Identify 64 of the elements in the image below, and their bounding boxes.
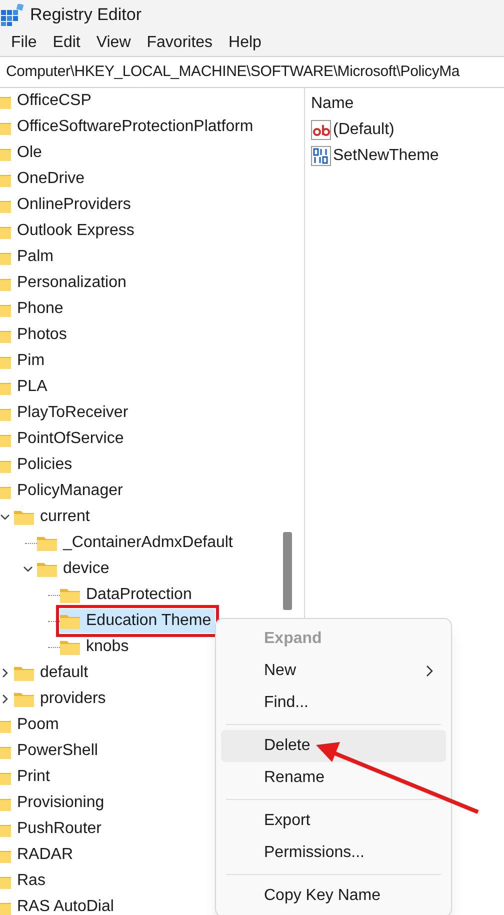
- tree-item[interactable]: Photos: [17, 323, 67, 347]
- tree-item[interactable]: Poom: [17, 713, 59, 737]
- tree-item[interactable]: providers: [40, 687, 106, 711]
- app-icon: [1, 4, 25, 26]
- scrollbar-thumb[interactable]: [283, 532, 292, 610]
- chevron-right-icon[interactable]: [0, 694, 10, 704]
- tree-item[interactable]: Personalization: [17, 271, 126, 295]
- folder-icon: [60, 587, 80, 603]
- chevron-down-icon[interactable]: [23, 564, 33, 574]
- tree-item[interactable]: PLA: [17, 375, 48, 399]
- tree-item[interactable]: current: [40, 505, 90, 529]
- folder-icon: [37, 535, 57, 551]
- tree-item[interactable]: Pim: [17, 349, 45, 373]
- menu-item[interactable]: Copy Key Name: [221, 880, 446, 912]
- tree-item[interactable]: OnlineProviders: [17, 193, 131, 217]
- tree-item[interactable]: Ole: [17, 141, 42, 165]
- tree-item[interactable]: Phone: [17, 297, 64, 321]
- folder-icon: [37, 561, 57, 577]
- menu-bar-item[interactable]: Edit: [44, 31, 88, 55]
- menu-item[interactable]: Export: [221, 805, 446, 837]
- tree-item[interactable]: Ras: [17, 869, 46, 893]
- folder-icon: [60, 613, 80, 629]
- tree-item[interactable]: PointOfService: [17, 427, 124, 451]
- binary-value-icon: [311, 146, 331, 166]
- tree-item[interactable]: RAS AutoDial: [17, 895, 114, 915]
- tree-item[interactable]: OfficeSoftwareProtectionPlatform: [17, 115, 254, 139]
- tree-item[interactable]: OfficeCSP: [17, 89, 92, 113]
- tree-item[interactable]: device: [63, 557, 110, 581]
- tree-item[interactable]: RADAR: [17, 843, 74, 867]
- value-name[interactable]: SetNewTheme: [333, 144, 439, 168]
- menu-item[interactable]: Find...: [221, 687, 446, 719]
- folder-icon: [14, 509, 34, 525]
- menu-bar-item[interactable]: Help: [220, 31, 270, 55]
- folder-icon: [14, 665, 34, 681]
- tree-item[interactable]: Print: [17, 765, 50, 789]
- tree-item[interactable]: PowerShell: [17, 739, 98, 763]
- tree-item[interactable]: PolicyManager: [17, 479, 123, 503]
- tree-item[interactable]: Outlook Express: [17, 219, 134, 243]
- tree-item[interactable]: _ContainerAdmxDefault: [63, 531, 233, 555]
- folder-icon: [60, 639, 80, 655]
- menu-item[interactable]: New: [221, 655, 446, 687]
- tree-item[interactable]: default: [40, 661, 88, 685]
- menu-item[interactable]: Rename: [221, 762, 446, 794]
- menu-bar-item[interactable]: Favorites: [138, 31, 221, 55]
- tree-item[interactable]: knobs: [86, 635, 129, 659]
- tree-item[interactable]: Palm: [17, 245, 54, 269]
- menu-item[interactable]: Permissions...: [221, 837, 446, 869]
- menu-bar-item[interactable]: View: [88, 31, 139, 55]
- chevron-right-icon[interactable]: [0, 668, 10, 678]
- folder-icon: [14, 691, 34, 707]
- menu-item[interactable]: Delete: [221, 730, 446, 762]
- tree-item[interactable]: Provisioning: [17, 791, 104, 815]
- tree-item[interactable]: PlayToReceiver: [17, 401, 128, 425]
- tree-item[interactable]: DataProtection: [86, 583, 192, 607]
- value-name[interactable]: (Default): [333, 118, 394, 142]
- window-title: Registry Editor: [30, 4, 142, 26]
- tree-item[interactable]: Policies: [17, 453, 72, 477]
- tree-item[interactable]: OneDrive: [17, 167, 85, 191]
- chevron-down-icon[interactable]: [0, 512, 10, 522]
- address-bar[interactable]: Computer\HKEY_LOCAL_MACHINE\SOFTWARE\Microsoft\PolicyMa: [0, 56, 504, 88]
- string-value-icon: [311, 120, 331, 140]
- column-header[interactable]: Name: [311, 91, 504, 117]
- tree-item[interactable]: PushRouter: [17, 817, 102, 841]
- menu-bar-item[interactable]: File: [3, 31, 45, 55]
